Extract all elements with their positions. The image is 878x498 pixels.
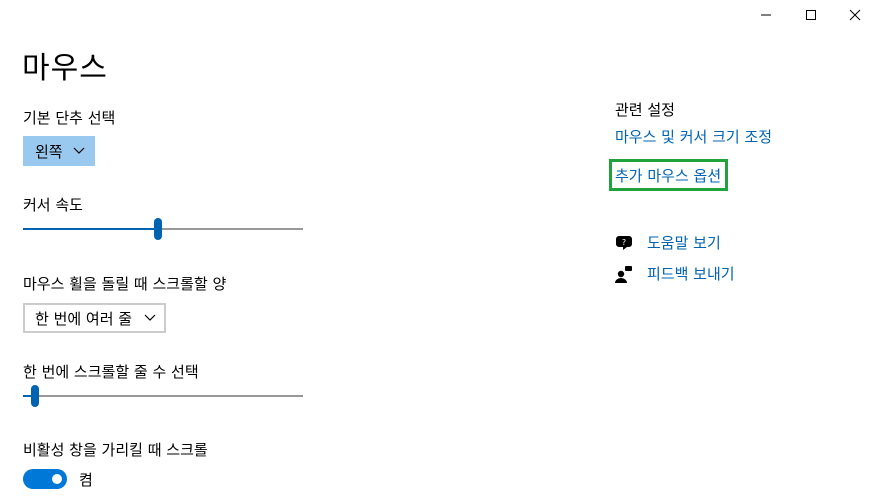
help-chat-icon: ? — [616, 236, 632, 250]
chevron-down-icon — [144, 314, 156, 321]
close-icon — [849, 9, 861, 21]
wheel-scroll-value: 한 번에 여러 줄 — [35, 309, 133, 328]
svg-text:?: ? — [622, 238, 626, 247]
cursor-speed-label: 커서 속도 — [23, 196, 83, 214]
feedback-person-icon — [615, 266, 632, 283]
slider-thumb[interactable] — [31, 385, 39, 407]
get-help-item[interactable]: ? 도움말 보기 — [615, 233, 721, 253]
lines-to-scroll-slider[interactable] — [23, 385, 303, 407]
slider-track — [23, 395, 303, 397]
slider-fill — [23, 228, 158, 230]
related-settings-heading: 관련 설정 — [615, 101, 675, 119]
page-title: 마우스 — [22, 51, 108, 86]
feedback-item[interactable]: 피드백 보내기 — [615, 264, 735, 284]
primary-button-label: 기본 단추 선택 — [23, 109, 116, 127]
wheel-scroll-label: 마우스 휠을 돌릴 때 스크롤할 양 — [23, 275, 227, 293]
chevron-down-icon — [73, 147, 85, 154]
minimize-button[interactable] — [743, 0, 789, 30]
send-feedback-link[interactable]: 피드백 보내기 — [647, 264, 735, 284]
minimize-icon — [761, 14, 771, 16]
get-help-link[interactable]: 도움말 보기 — [647, 233, 721, 253]
slider-thumb[interactable] — [154, 218, 162, 240]
maximize-button[interactable] — [788, 0, 834, 30]
primary-button-select[interactable]: 왼쪽 — [23, 136, 95, 166]
maximize-icon — [806, 10, 816, 20]
inactive-scroll-toggle[interactable] — [23, 469, 67, 489]
close-button[interactable] — [832, 0, 878, 30]
wheel-scroll-select[interactable]: 한 번에 여러 줄 — [23, 303, 166, 333]
cursor-speed-slider[interactable] — [23, 218, 303, 240]
primary-button-value: 왼쪽 — [35, 142, 63, 161]
mouse-cursor-size-link[interactable]: 마우스 및 커서 크기 조정 — [615, 127, 772, 147]
toggle-knob — [52, 474, 62, 484]
inactive-scroll-state: 켬 — [79, 471, 93, 489]
additional-mouse-options-link[interactable]: 추가 마우스 옵션 — [615, 166, 721, 186]
inactive-scroll-label: 비활성 창을 가리킬 때 스크롤 — [23, 441, 208, 459]
lines-to-scroll-label: 한 번에 스크롤할 줄 수 선택 — [23, 363, 199, 381]
